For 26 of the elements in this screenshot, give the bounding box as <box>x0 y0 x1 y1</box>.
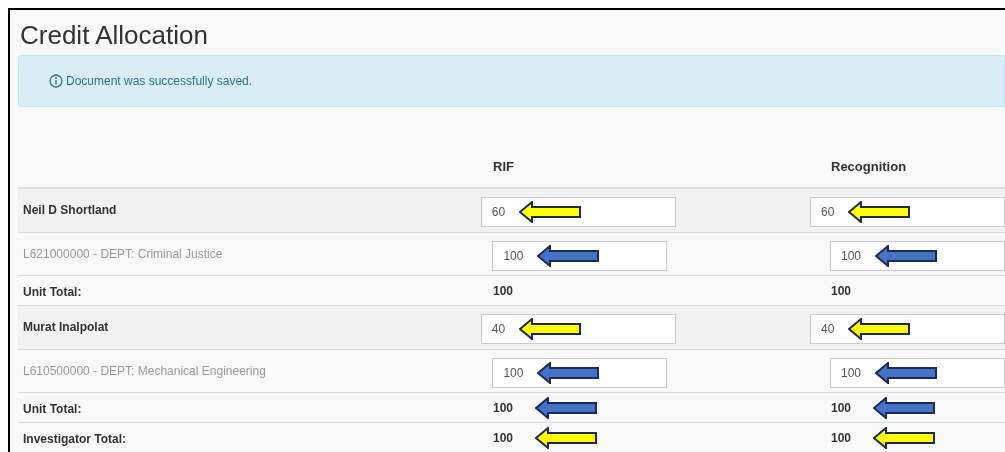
total-value: 100 <box>831 282 852 300</box>
column-header: RIF <box>493 159 514 174</box>
row-label: Neil D Shortland <box>23 203 117 217</box>
credit-input[interactable]: 100 <box>492 358 668 388</box>
column-header: Recognition <box>831 159 907 174</box>
row-label: Investigator Total: <box>23 431 127 446</box>
row-label: Unit Total: <box>23 284 82 299</box>
total-value: 100 <box>493 282 514 300</box>
credit-input[interactable]: 100 <box>830 241 1005 271</box>
row-label: L610500000 - DEPT: Mechanical Engineering <box>23 364 266 378</box>
credit-input[interactable]: 40 <box>810 314 1005 344</box>
credit-input[interactable]: 40 <box>480 314 676 344</box>
row-label: L621000000 - DEPT: Criminal Justice <box>23 247 223 261</box>
credit-input[interactable]: 60 <box>480 197 676 227</box>
row-label: Murat Inalpolat <box>23 320 109 334</box>
total-value: 100 <box>493 399 514 417</box>
row-label: Unit Total: <box>23 401 82 416</box>
total-value: 100 <box>493 429 514 447</box>
info-icon <box>49 74 63 88</box>
credit-input[interactable]: 60 <box>810 197 1005 227</box>
credit-input[interactable]: 100 <box>830 358 1005 388</box>
total-value: 100 <box>831 429 852 447</box>
total-value: 100 <box>831 399 852 417</box>
page-title: Credit Allocation <box>19 19 209 52</box>
credit-input[interactable]: 100 <box>492 241 668 271</box>
alert-message: Document was successfully saved. <box>66 73 253 90</box>
